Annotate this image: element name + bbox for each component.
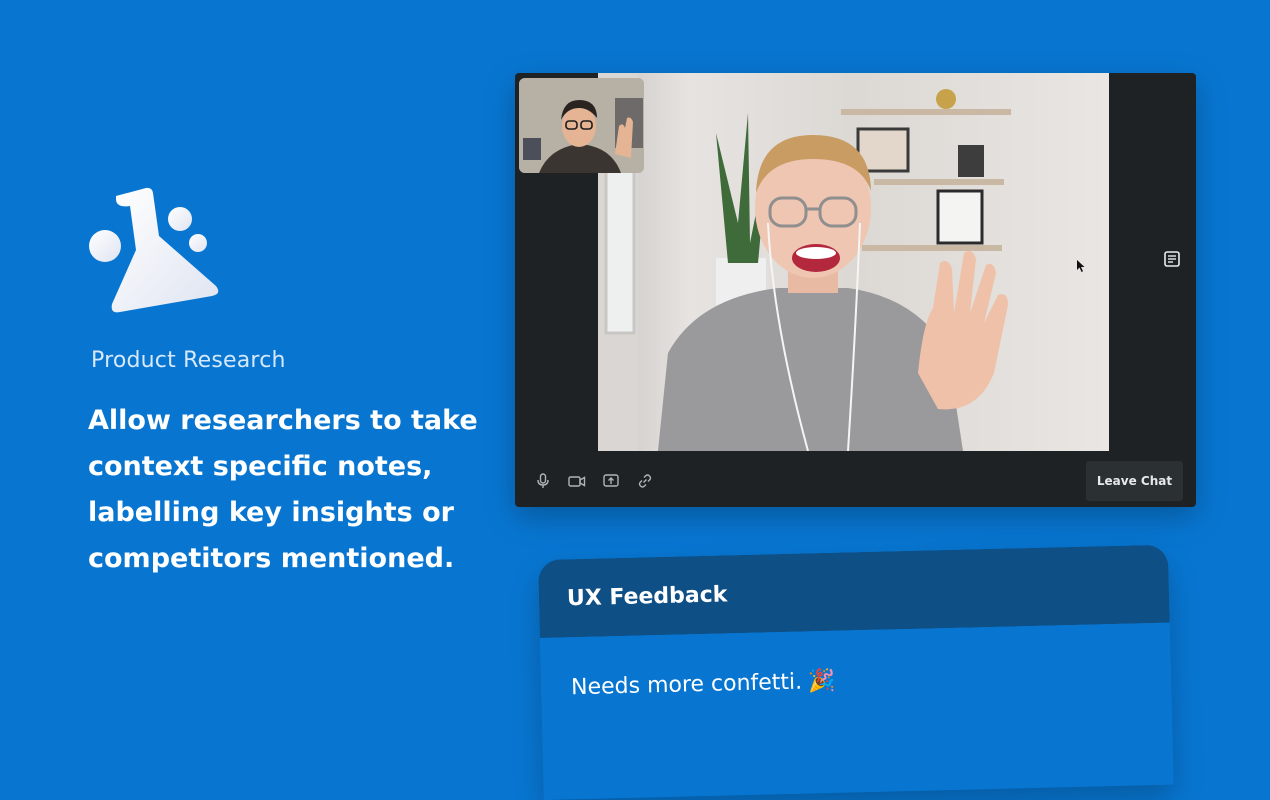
headline-line: context specific notes, [88, 451, 433, 482]
flask-icon [86, 186, 222, 318]
link-icon[interactable] [635, 471, 655, 491]
microphone-icon[interactable] [533, 471, 553, 491]
note-card[interactable]: UX Feedback Needs more confetti. 🎉 [538, 544, 1174, 800]
confetti-icon: 🎉 [807, 668, 836, 695]
headline-line: competitors mentioned. [88, 543, 455, 574]
product-category-label: Product Research [91, 348, 286, 373]
call-controls [533, 471, 655, 491]
headline: Allow researchers to take context specif… [88, 398, 488, 582]
notes-icon[interactable] [1164, 251, 1180, 269]
headline-line: Allow researchers to take [88, 405, 478, 436]
mouse-cursor-icon [1077, 257, 1085, 272]
self-view-video [519, 78, 644, 173]
headline-line: labelling key insights or [88, 497, 454, 528]
video-call-window: Leave Chat [515, 73, 1196, 507]
share-screen-icon[interactable] [601, 471, 621, 491]
camera-icon[interactable] [567, 471, 587, 491]
leave-chat-button[interactable]: Leave Chat [1086, 461, 1183, 501]
note-text: Needs more confetti. [570, 669, 803, 701]
note-body[interactable]: Needs more confetti. 🎉 [539, 622, 1174, 800]
participant-video [598, 73, 1109, 451]
